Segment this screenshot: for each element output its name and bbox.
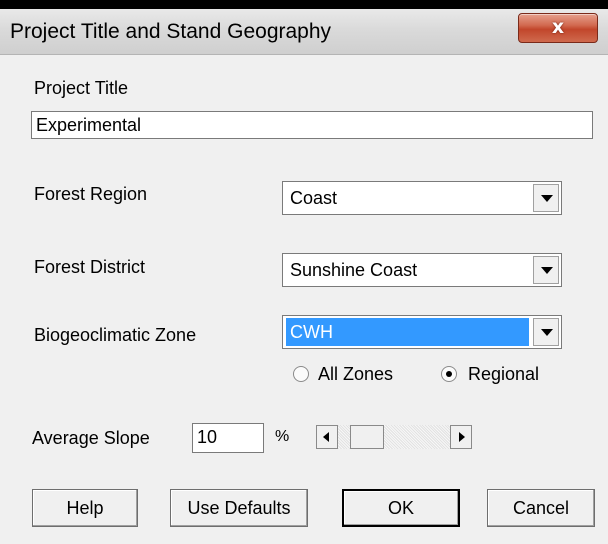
title-bar[interactable]: Project Title and Stand Geography x — [0, 9, 608, 55]
arrow-left-icon[interactable] — [316, 425, 338, 449]
slope-scroll-thumb[interactable] — [350, 425, 384, 449]
ok-button[interactable]: OK — [342, 489, 460, 527]
bgc-zone-value: CWH — [286, 318, 529, 346]
all-zones-label[interactable]: All Zones — [318, 364, 393, 385]
chevron-down-icon[interactable] — [533, 184, 559, 212]
regional-radio[interactable] — [441, 366, 457, 382]
close-icon: x — [551, 16, 565, 38]
dialog-window: Project Title and Stand Geography x Proj… — [0, 9, 608, 544]
project-title-label: Project Title — [34, 78, 129, 98]
all-zones-radio[interactable] — [293, 366, 309, 382]
cancel-button[interactable]: Cancel — [487, 489, 595, 527]
bgc-zone-select[interactable]: CWH — [282, 315, 562, 349]
forest-district-select[interactable]: Sunshine Coast — [282, 253, 562, 287]
help-button[interactable]: Help — [32, 489, 138, 527]
top-strip — [0, 0, 608, 9]
forest-district-value: Sunshine Coast — [290, 260, 418, 280]
forest-region-value: Coast — [290, 188, 338, 208]
forest-region-select[interactable]: Coast — [282, 181, 562, 215]
regional-label[interactable]: Regional — [468, 364, 539, 385]
chevron-down-icon[interactable] — [533, 318, 559, 346]
forest-region-label: Forest Region — [34, 184, 148, 204]
average-slope-input[interactable]: 10 — [192, 423, 264, 453]
project-title-input[interactable]: Experimental — [31, 111, 593, 139]
window-title: Project Title and Stand Geography — [10, 20, 332, 43]
bgc-zone-label: Biogeoclimatic Zone — [34, 325, 197, 345]
forest-district-label: Forest District — [34, 257, 146, 277]
use-defaults-button[interactable]: Use Defaults — [170, 489, 308, 527]
arrow-right-icon[interactable] — [450, 425, 472, 449]
chevron-down-icon[interactable] — [533, 256, 559, 284]
close-button[interactable]: x — [518, 13, 598, 43]
percent-unit: % — [275, 428, 290, 445]
average-slope-label: Average Slope — [32, 428, 150, 448]
